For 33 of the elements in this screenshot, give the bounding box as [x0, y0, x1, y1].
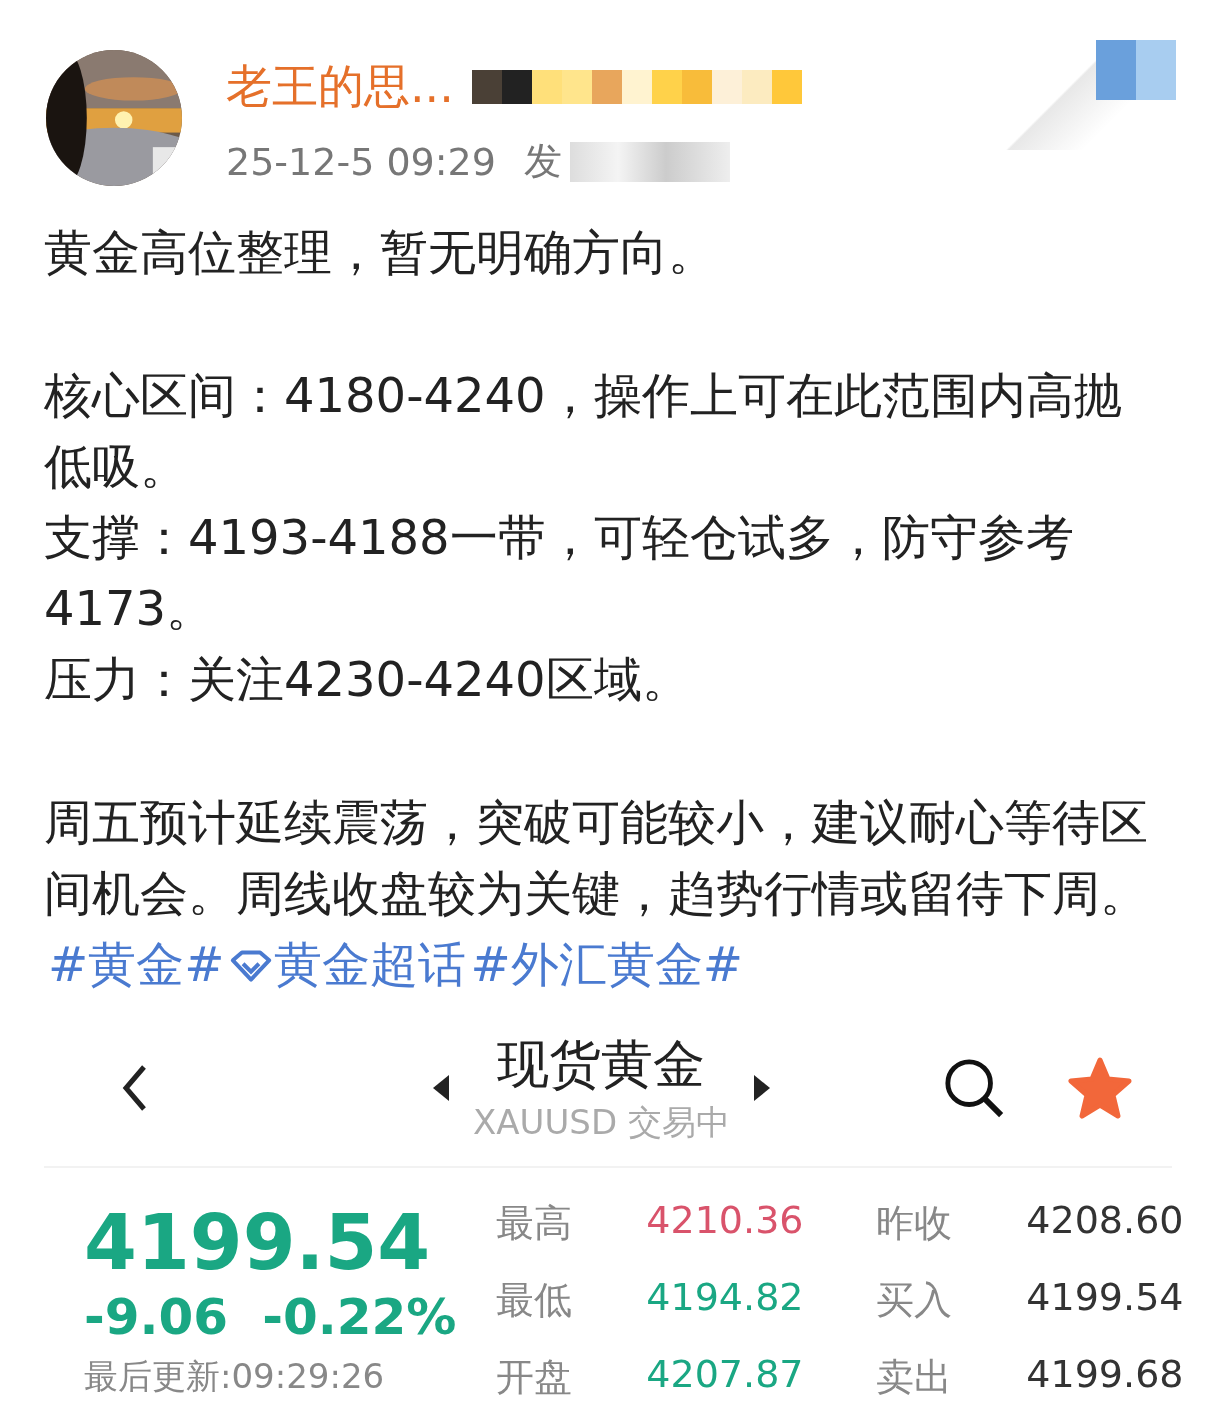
stat-label: 卖出 [876, 1354, 954, 1401]
author-name[interactable]: 老王的思... [226, 56, 454, 118]
hashtag-link[interactable]: #黄金# [48, 936, 225, 992]
hashtag-link[interactable]: #外汇黄金# [470, 936, 743, 992]
next-triangle-icon[interactable] [753, 1075, 770, 1101]
favorite-star-icon[interactable] [1068, 1057, 1132, 1119]
price-change: -9.06 [84, 1288, 229, 1346]
stat-label: 开盘 [496, 1354, 574, 1401]
percent-change: -0.22% [262, 1288, 457, 1346]
current-price: 4199.54 [84, 1198, 432, 1288]
stat-label: 昨收 [876, 1200, 954, 1247]
post-text: 核心区间：4180-4240，操作上可在此范围内高抛低吸。 [44, 366, 1123, 496]
previous-triangle-icon[interactable] [433, 1075, 450, 1101]
quote-subtitle: XAUUSD 交易中 [473, 1101, 730, 1144]
post-text: 支撑：4193-4188一带，可轻仓试多，防守参考4173。 [44, 508, 1075, 638]
stat-value: 4194.82 [646, 1275, 805, 1321]
stat-value: 4208.60 [1026, 1198, 1184, 1244]
post-text: 压力：关注4230-4240区域。 [44, 650, 691, 709]
post-text: 黄金高位整理，暂无明确方向。 [44, 223, 717, 282]
quote-title: 现货黄金 [497, 1033, 706, 1096]
stat-label: 最低 [496, 1277, 574, 1324]
stat-label: 买入 [876, 1277, 954, 1324]
last-updated: 最后更新:09:29:26 [84, 1355, 386, 1398]
stat-value: 4199.68 [1026, 1352, 1184, 1398]
super-topic-link[interactable]: 黄金超话 [228, 936, 467, 992]
post-time: 25-12-5 09:29 [226, 139, 496, 184]
search-icon[interactable] [942, 1057, 1005, 1119]
post-text: 周五预计延续震荡，突破可能较小，建议耐心等待区间机会。周线收盘较为关键，趋势行情或留待下周。 #黄金# 黄金超话#外汇黄金# [44, 793, 1149, 994]
stat-value: 4199.54 [1026, 1275, 1184, 1321]
stat-value: 4210.36 [646, 1198, 805, 1244]
stat-value: 4207.87 [646, 1352, 805, 1398]
post-source: 发 [523, 138, 562, 185]
stat-label: 最高 [496, 1200, 574, 1247]
